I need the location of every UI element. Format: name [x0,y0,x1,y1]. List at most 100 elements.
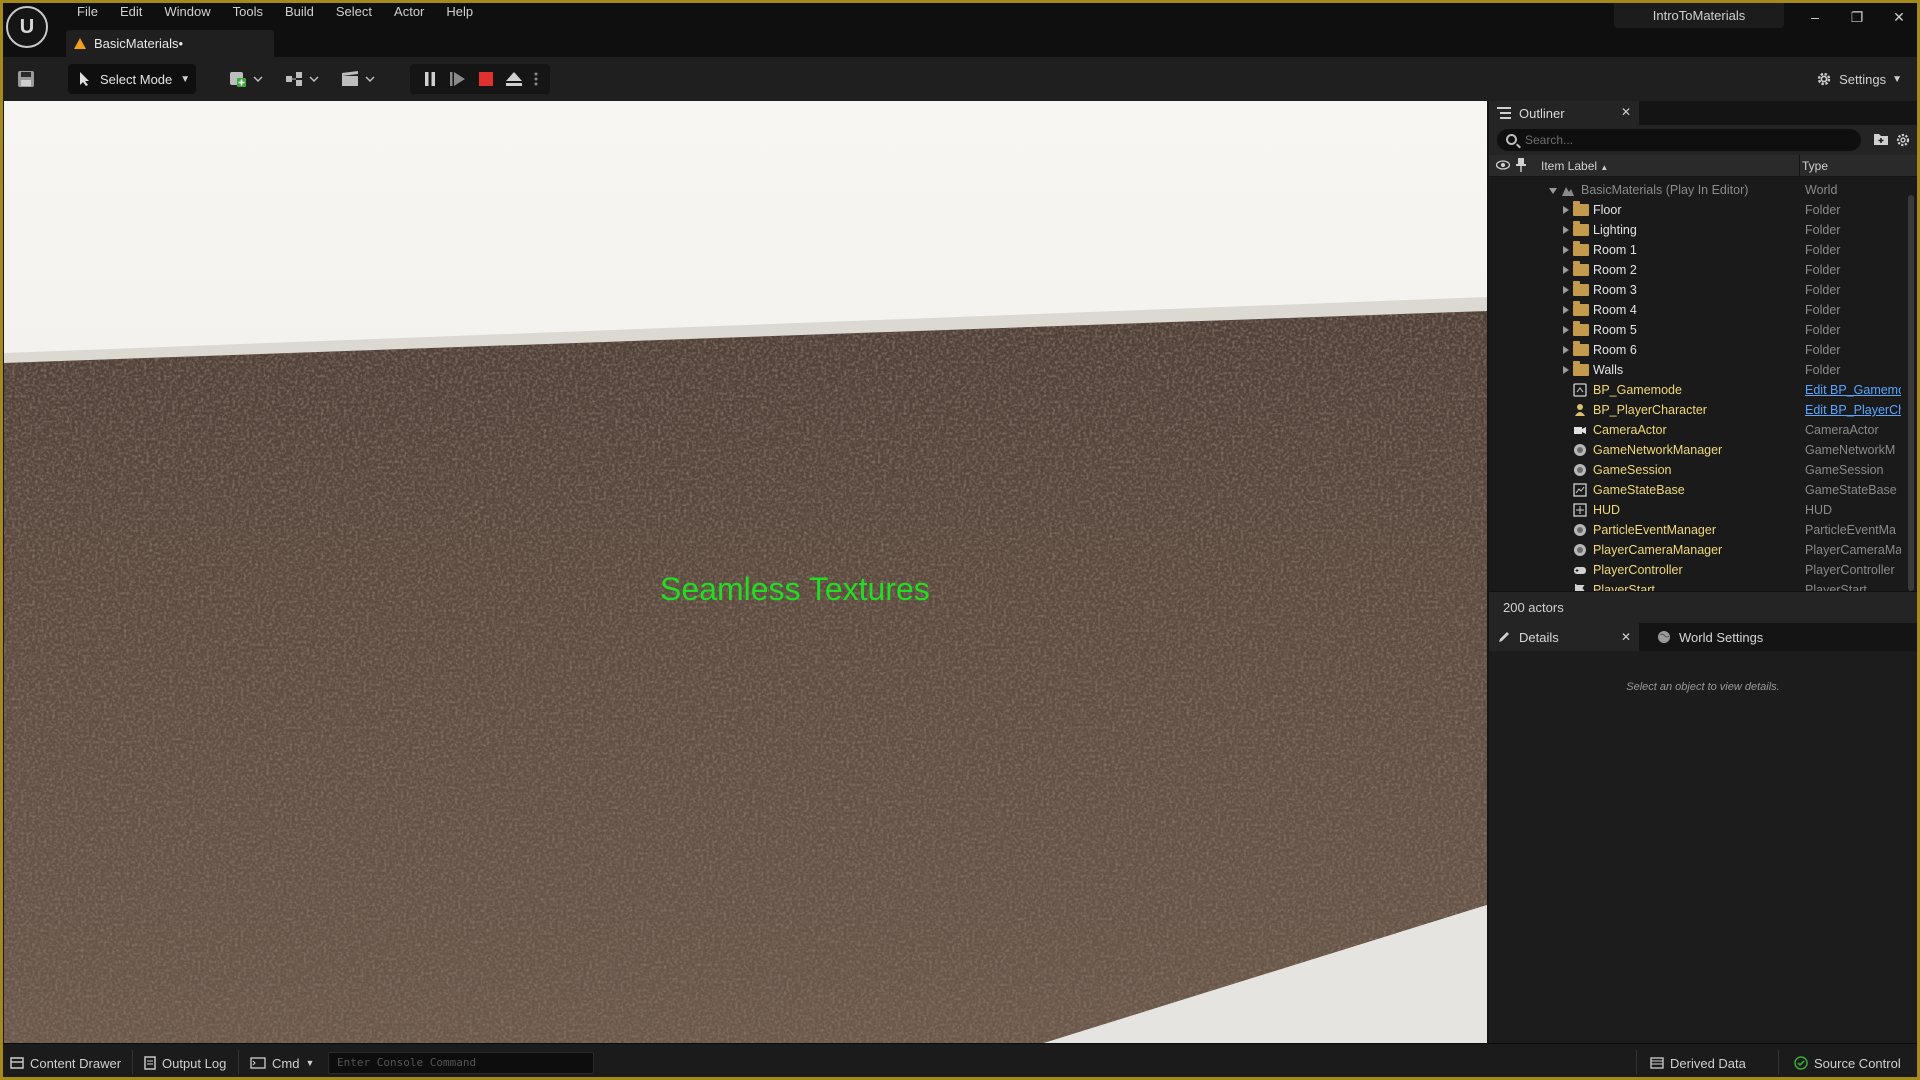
expand-arrow-icon[interactable] [1563,306,1569,314]
menu-help[interactable]: Help [435,3,484,23]
outliner-folder-row[interactable]: Floor Folder [1489,200,1901,220]
play-controls [410,64,550,94]
level-viewport[interactable]: Seamless Textures [4,101,1487,1043]
menu-tools[interactable]: Tools [222,3,274,23]
outliner-actor-row[interactable]: GameSession GameSession [1489,460,1901,480]
expand-arrow-icon[interactable] [1563,226,1569,234]
actor-type: CameraActor [1805,423,1879,437]
menu-edit[interactable]: Edit [109,3,153,23]
outliner-folder-row[interactable]: Room 4 Folder [1489,300,1901,320]
column-type[interactable]: Type [1802,155,1828,177]
output-log-button[interactable]: Output Log [144,1053,226,1073]
edit-blueprint-link[interactable]: Edit BP_PlayerCh [1805,400,1901,420]
outliner-actor-row[interactable]: PlayerStart PlayerStart [1489,580,1901,591]
tab-details[interactable]: Details ✕ [1489,623,1639,651]
outliner-search-input[interactable]: Search... [1497,129,1861,151]
folder-icon [1573,281,1589,296]
select-mode-dropdown[interactable]: Select Mode ▼ [68,64,196,94]
minimize-button[interactable]: – [1800,6,1830,28]
menu-select[interactable]: Select [325,3,383,23]
level-tab[interactable]: BasicMaterials• [66,30,274,57]
expand-arrow-icon[interactable] [1563,326,1569,334]
pause-icon[interactable] [418,67,442,91]
outliner-actor-row[interactable]: ParticleEventManager ParticleEventMa [1489,520,1901,540]
edit-blueprint-link[interactable]: Edit BP_Gamemode [1805,380,1901,400]
outliner-actor-row[interactable]: GameNetworkManager GameNetworkM [1489,440,1901,460]
details-panel: Select an object to view details. [1489,651,1917,1047]
outliner-actor-row[interactable]: HUD HUD [1489,500,1901,520]
cinematics-icon[interactable] [338,67,378,91]
menu-actor[interactable]: Actor [383,3,435,23]
actor-type: GameNetworkM [1805,443,1896,457]
folder-label: Room 3 [1593,283,1637,297]
folder-label: Room 6 [1593,343,1637,357]
outliner-actor-row[interactable]: PlayerCameraManager PlayerCameraMa [1489,540,1901,560]
menu-build[interactable]: Build [274,3,325,23]
expand-arrow-icon[interactable] [1563,266,1569,274]
eject-icon[interactable] [502,67,526,91]
cmd-dropdown[interactable]: Cmd ▼ [250,1053,314,1073]
outliner-folder-row[interactable]: Room 6 Folder [1489,340,1901,360]
settings-button[interactable]: Settings ▼ [1815,67,1902,91]
more-options-icon[interactable] [528,67,544,91]
outliner-root-row[interactable]: BasicMaterials (Play In Editor) World [1489,180,1901,200]
tab-world-settings[interactable]: World Settings [1649,623,1789,651]
close-tab-icon[interactable]: ✕ [1621,630,1631,644]
console-command-input[interactable]: Enter Console Command [328,1052,594,1074]
expand-arrow-icon[interactable] [1563,366,1569,374]
add-actor-icon[interactable] [226,67,266,91]
close-button[interactable]: ✕ [1884,6,1914,28]
column-item-label[interactable]: Item Label ▲ [1541,155,1741,179]
outliner-folder-row[interactable]: Lighting Folder [1489,220,1901,240]
folder-type: Folder [1805,363,1841,377]
outliner-header: Item Label ▲ Type [1489,155,1917,177]
source-control-button[interactable]: Source Control [1794,1053,1901,1073]
actor-label: GameSession [1593,463,1672,477]
level-warning-icon [74,38,86,49]
restore-button[interactable]: ❐ [1842,6,1872,28]
outliner-settings-gear-icon[interactable] [1895,132,1911,151]
folder-type: Folder [1805,323,1841,337]
outliner-actor-row[interactable]: PlayerController PlayerController [1489,560,1901,580]
unreal-logo-icon[interactable]: U [6,6,48,48]
menu-bar: File Edit Window Tools Build Select Acto… [66,3,484,23]
actor-label: HUD [1593,503,1621,517]
column-divider [1799,155,1800,177]
outliner-folder-row[interactable]: Walls Folder [1489,360,1901,380]
visibility-eye-icon[interactable] [1495,159,1511,174]
details-tab-label: Details [1519,629,1559,645]
outliner-scrollbar[interactable] [1908,195,1914,591]
expand-arrow-icon[interactable] [1563,246,1569,254]
main-toolbar: Select Mode ▼ Settings ▼ [0,57,1920,101]
save-icon[interactable] [14,67,38,91]
outliner-folder-row[interactable]: Room 5 Folder [1489,320,1901,340]
folder-icon [1573,301,1589,316]
expand-arrow-icon[interactable] [1563,206,1569,214]
chevron-down-icon: ▼ [305,1058,315,1068]
folder-label: Walls [1593,363,1624,377]
outliner-folder-row[interactable]: Room 3 Folder [1489,280,1901,300]
derived-data-button[interactable]: Derived Data [1650,1053,1746,1073]
expand-arrow-icon[interactable] [1563,286,1569,294]
menu-file[interactable]: File [66,3,109,23]
tab-outliner[interactable]: Outliner ✕ [1489,101,1639,125]
stop-icon[interactable] [474,67,498,91]
blueprint-menu-icon[interactable] [282,67,322,91]
outliner-folder-row[interactable]: Room 1 Folder [1489,240,1901,260]
source-control-label: Source Control [1814,1055,1901,1071]
outliner-folder-row[interactable]: Room 2 Folder [1489,260,1901,280]
outliner-actor-row[interactable]: BP_Gamemode Edit BP_Gamemode [1489,380,1901,400]
folder-type: Folder [1805,283,1841,297]
outliner-actor-row[interactable]: GameStateBase GameStateBase [1489,480,1901,500]
collapse-arrow-icon[interactable] [1549,188,1557,194]
close-tab-icon[interactable]: ✕ [1621,105,1631,119]
outliner-actor-row[interactable]: CameraActor CameraActor [1489,420,1901,440]
frame-skip-icon[interactable] [446,67,470,91]
divider [1778,1050,1779,1074]
menu-window[interactable]: Window [153,3,221,23]
content-drawer-button[interactable]: Content Drawer [10,1053,121,1073]
pin-icon[interactable] [1516,158,1526,175]
add-folder-icon[interactable] [1873,132,1889,149]
outliner-actor-row[interactable]: BP_PlayerCharacter Edit BP_PlayerCh [1489,400,1901,420]
expand-arrow-icon[interactable] [1563,346,1569,354]
